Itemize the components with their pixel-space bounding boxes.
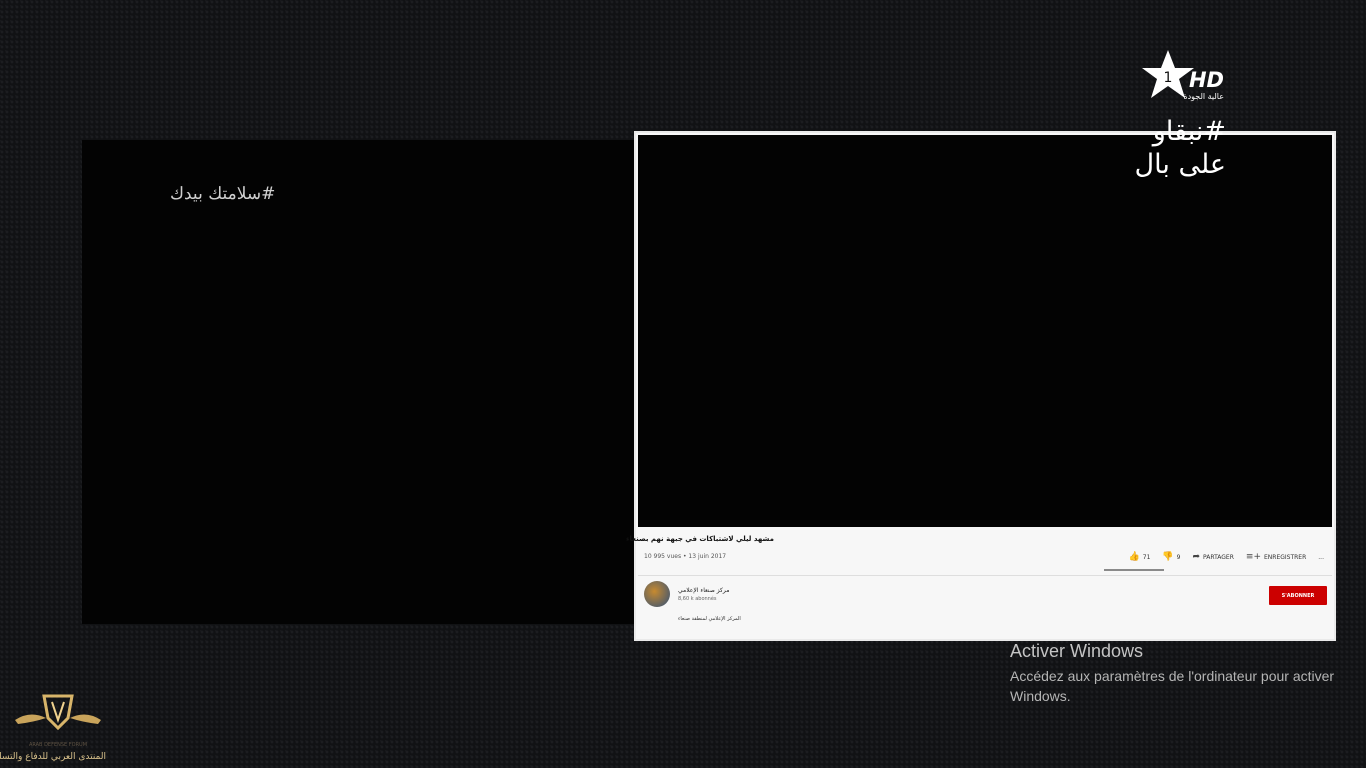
dislike-count: 9 xyxy=(1176,553,1181,561)
quality-label: عالية الجودة xyxy=(1183,92,1224,101)
more-label: ... xyxy=(1318,553,1324,561)
forum-label: المنتدى العربي للدفاع والتسليح xyxy=(0,752,106,762)
thumb-down-icon: 👎 xyxy=(1162,552,1174,562)
svg-text:1: 1 xyxy=(1164,70,1173,86)
like-button[interactable]: 👍 71 xyxy=(1129,552,1151,562)
hd-badge: HD xyxy=(1188,68,1224,92)
forum-small-text: ARAB DEFENSE FORUM xyxy=(28,742,88,748)
video-meta: 10 995 vues • 13 juin 2017 xyxy=(644,553,727,560)
activation-message: Accédez aux paramètres de l'ordinateur p… xyxy=(1010,668,1335,704)
subscriber-count: 8,60 k abonnés xyxy=(678,596,717,602)
tv-channel-brand: 1 HD عالية الجودة #نبقاو على بال xyxy=(1110,48,1230,188)
channel-avatar[interactable] xyxy=(644,581,670,607)
winged-shield-icon xyxy=(15,694,101,731)
youtube-screenshot: مشهد ليلي لاشتباكات في جبهة نهم بصنعاء 1… xyxy=(626,131,1336,641)
subscribe-button[interactable]: S'ABONNER xyxy=(1269,586,1327,605)
brand-hashtag-line1: #نبقاو xyxy=(1152,116,1226,147)
dislike-button[interactable]: 👎 9 xyxy=(1162,552,1180,562)
channel-name[interactable]: مركز صنعاء الإعلامي xyxy=(678,587,729,594)
video-player[interactable] xyxy=(638,135,1332,527)
divider xyxy=(638,575,1332,576)
like-count: 71 xyxy=(1142,553,1151,561)
share-button[interactable]: ➦ PARTAGER xyxy=(1192,552,1233,562)
left-video-panel xyxy=(82,140,642,624)
more-button[interactable]: ... xyxy=(1318,554,1324,561)
playlist-add-icon: ≡+ xyxy=(1245,552,1261,562)
video-actions: 👍 71 👎 9 ➦ PARTAGER ≡+ ENREGISTRER ... xyxy=(1129,552,1324,562)
video-title: مشهد ليلي لاشتباكات في جبهة نهم بصنعاء xyxy=(625,535,774,543)
save-label: ENREGISTRER xyxy=(1264,553,1307,561)
sentiment-bar xyxy=(1104,569,1164,571)
activation-title: Activer Windows xyxy=(1010,641,1144,661)
brand-hashtag-line2: على بال xyxy=(1134,149,1227,180)
share-icon: ➦ xyxy=(1192,552,1201,562)
thumb-up-icon: 👍 xyxy=(1128,552,1140,562)
left-hashtag: #سلامتك بيدك xyxy=(170,184,276,204)
save-button[interactable]: ≡+ ENREGISTRER xyxy=(1246,552,1306,562)
forum-logo: ARAB DEFENSE FORUM المنتدى العربي للدفاع… xyxy=(0,690,106,766)
video-description: المركز الإعلامي لمنطقة صنعاء xyxy=(678,616,741,622)
share-label: PARTAGER xyxy=(1203,553,1234,561)
